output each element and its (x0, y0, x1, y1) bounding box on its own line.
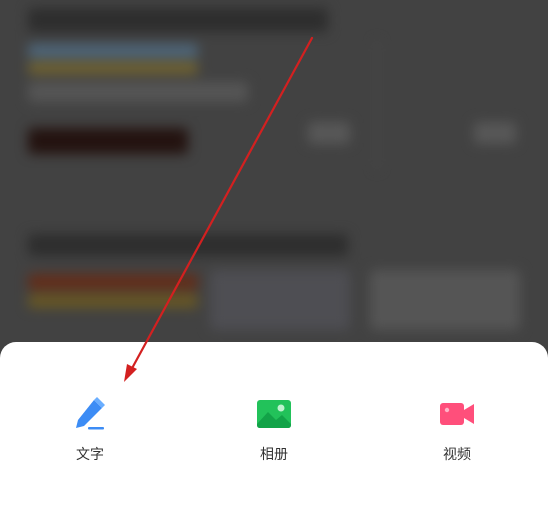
pen-icon (76, 397, 105, 430)
text-post-button[interactable]: 文字 (45, 394, 135, 478)
share-options-sheet: 文字 相册 视频 (0, 342, 548, 509)
video-button[interactable]: 视频 (412, 394, 502, 478)
video-label: 视频 (443, 447, 471, 463)
album-button[interactable]: 相册 (229, 394, 319, 478)
album-label: 相册 (260, 447, 288, 463)
video-camera-icon (440, 403, 474, 425)
image-icon (257, 400, 291, 428)
text-post-label: 文字 (76, 447, 104, 463)
